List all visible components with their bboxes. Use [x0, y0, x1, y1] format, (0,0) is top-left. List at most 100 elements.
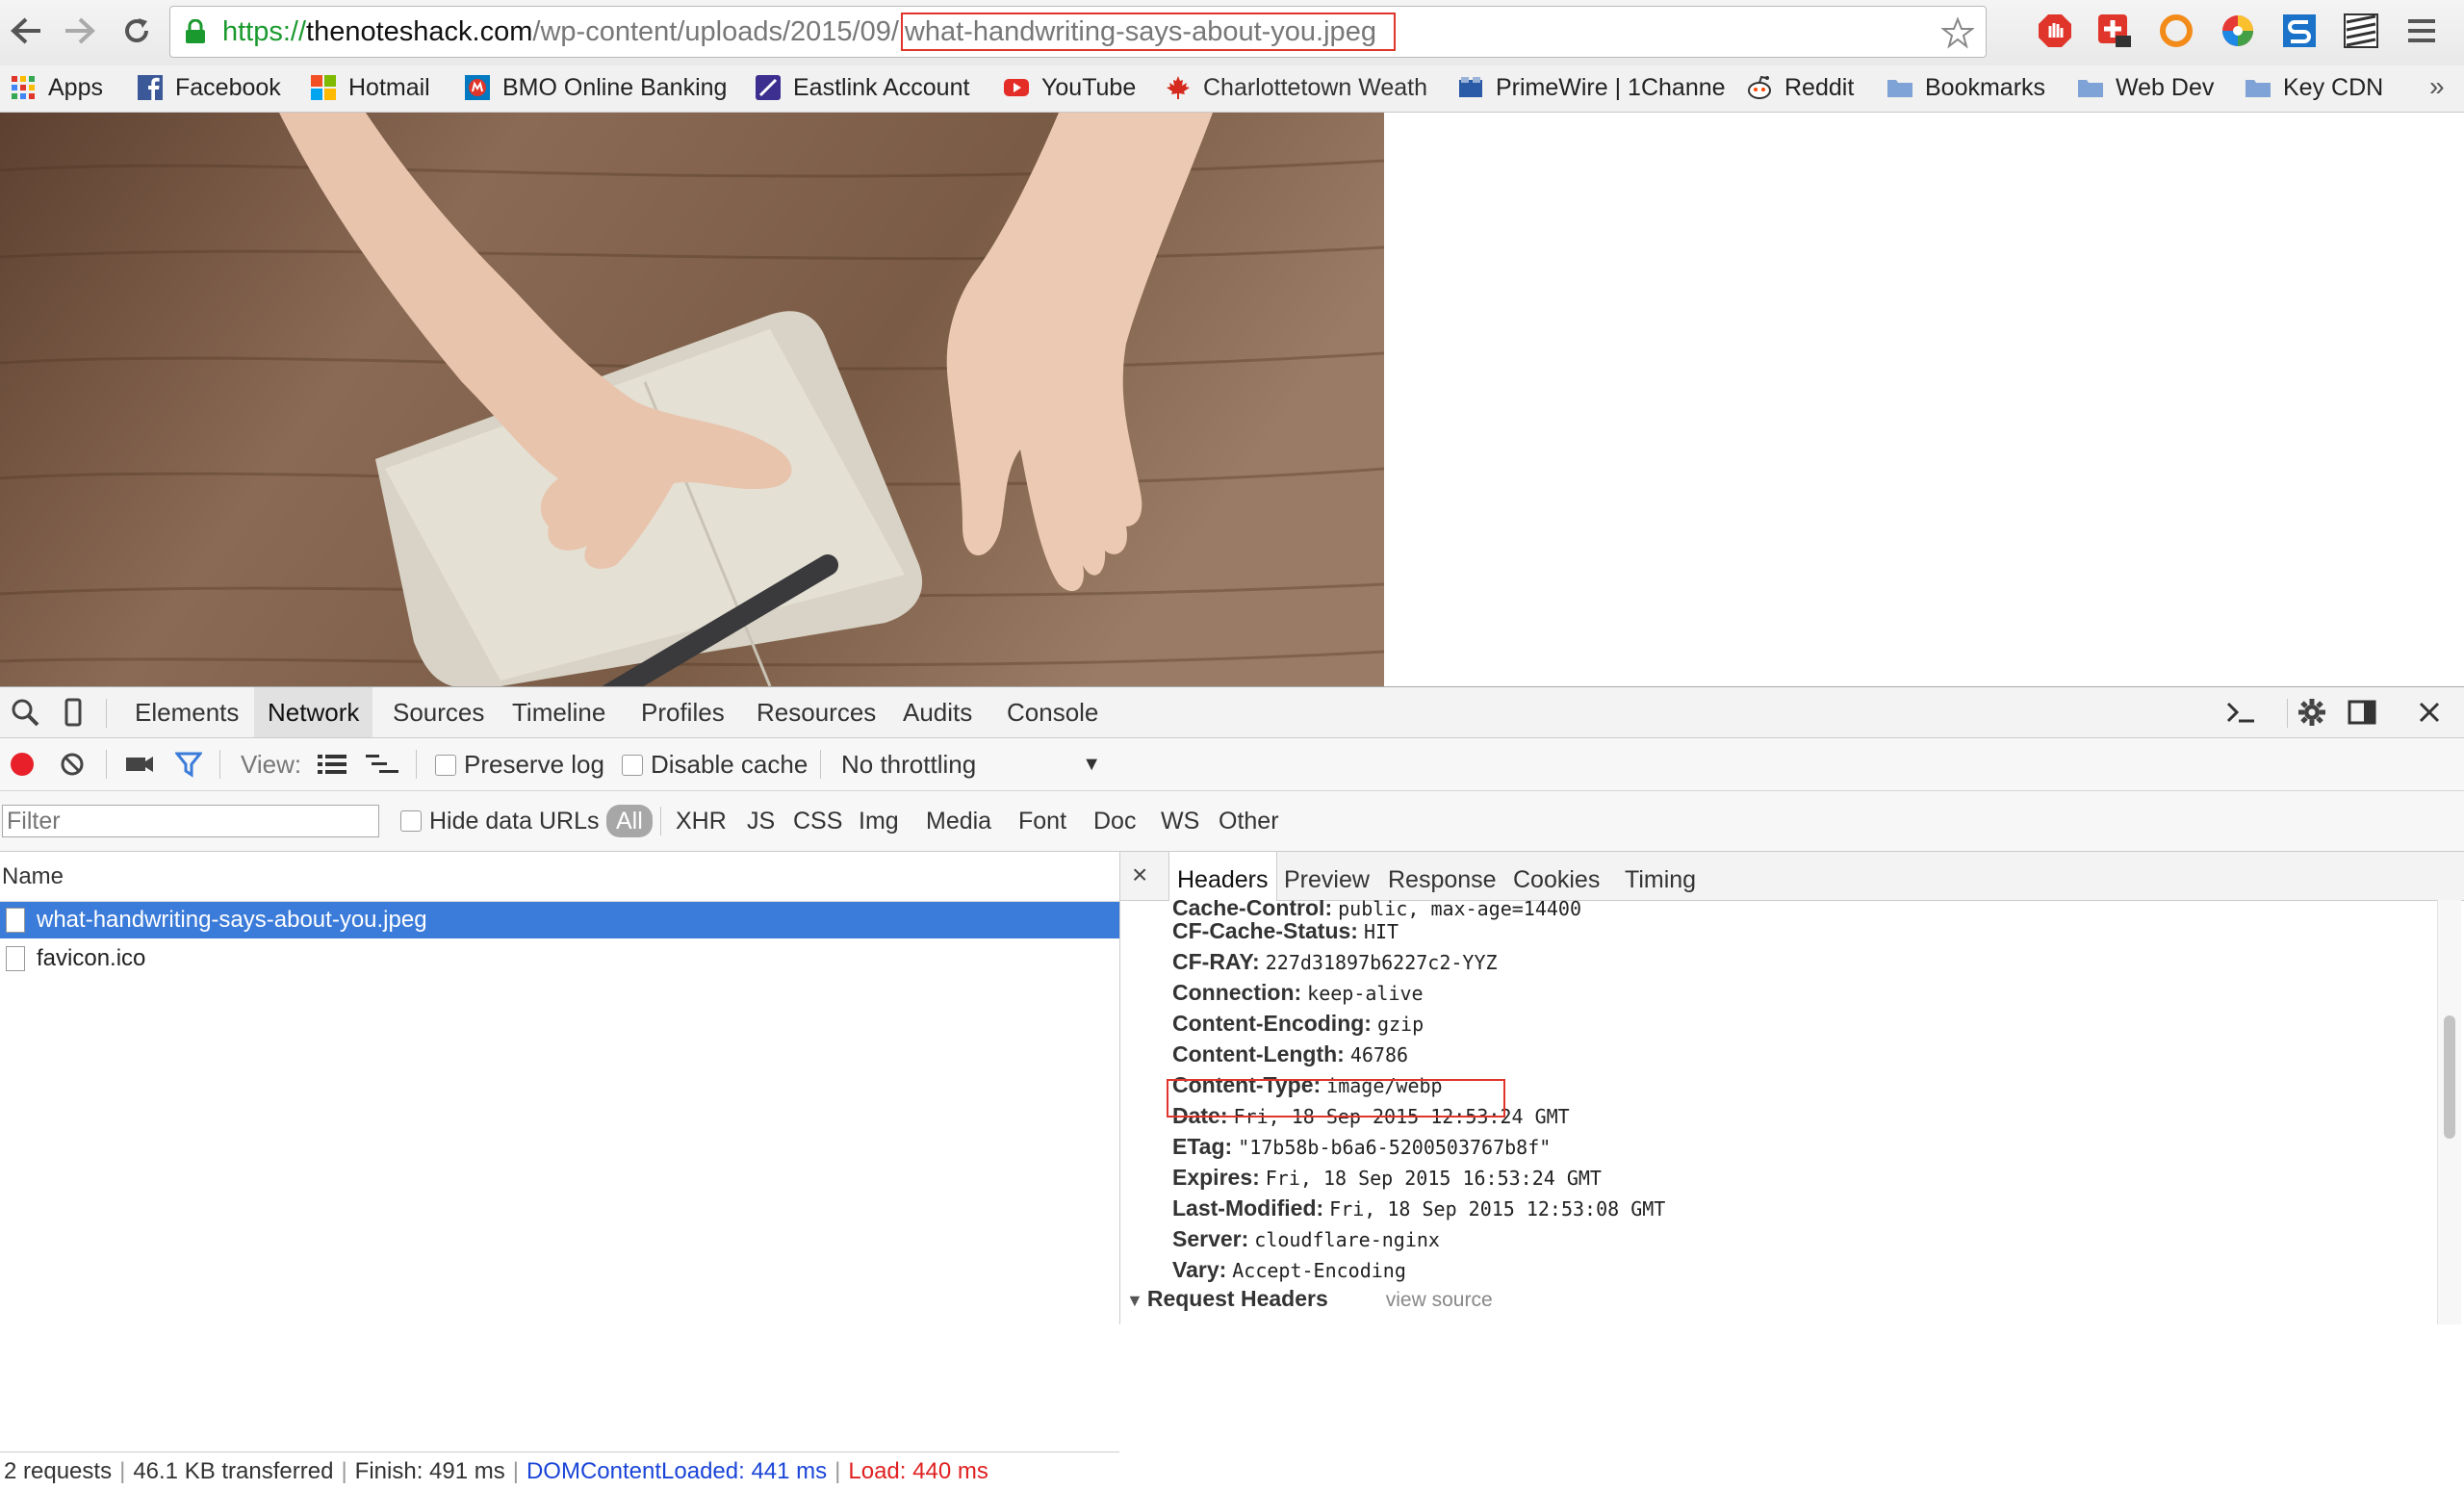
tab-sources[interactable]: Sources	[379, 687, 498, 737]
bookmark-hotmail[interactable]: Hotmail	[310, 71, 430, 104]
filter-type-media[interactable]: Media	[920, 805, 997, 837]
console-drawer-icon[interactable]	[2225, 697, 2256, 728]
bookmark-label: Web Dev	[2116, 73, 2215, 101]
bookmark-apps[interactable]: Apps	[10, 71, 103, 104]
inspect-magnifier-icon[interactable]	[10, 697, 40, 728]
orange-ring-extension-icon[interactable]	[2158, 13, 2194, 49]
toolbar-divider	[106, 750, 107, 779]
status-requests: 2 requests	[4, 1458, 113, 1484]
filter-type-js[interactable]: JS	[741, 805, 781, 837]
striped-extension-icon[interactable]	[2343, 13, 2379, 49]
color-picker-icon[interactable]	[2220, 13, 2256, 49]
filter-funnel-icon[interactable]	[175, 751, 202, 778]
clear-icon[interactable]	[60, 752, 85, 777]
bookmark-folder-web-dev[interactable]: Web Dev	[2077, 71, 2214, 104]
capture-screenshots-camera-icon[interactable]	[125, 752, 154, 777]
filter-input[interactable]	[2, 805, 379, 837]
facebook-icon	[138, 75, 163, 100]
devtools-panel: Elements Network Sources Timeline Profil…	[0, 686, 2464, 1489]
filter-type-img[interactable]: Img	[853, 805, 905, 837]
header-key: CF-RAY:	[1172, 949, 1260, 974]
close-detail-icon[interactable]: ×	[1132, 860, 1147, 890]
settings-gear-icon[interactable]	[2297, 697, 2327, 728]
tab-cookies[interactable]: Cookies	[1505, 852, 1607, 900]
bookmark-folder-bookmarks[interactable]: Bookmarks	[1886, 71, 2045, 104]
microsoft-icon	[311, 75, 336, 100]
bookmark-facebook[interactable]: Facebook	[137, 71, 281, 104]
collapse-triangle-icon: ▼	[1126, 1291, 1143, 1310]
view-source-link[interactable]: view source	[1386, 1289, 1493, 1311]
checkbox-box[interactable]	[622, 755, 643, 776]
filter-type-xhr[interactable]: XHR	[670, 805, 732, 837]
bookmark-eastlink[interactable]: Eastlink Account	[755, 71, 969, 104]
bookmark-charlottetown-weather[interactable]: Charlottetown Weath	[1165, 71, 1427, 104]
bookmark-folder-key-cdn[interactable]: Key CDN	[2245, 71, 2383, 104]
table-row[interactable]: favicon.ico	[0, 940, 1119, 977]
throttling-select[interactable]: No throttling ▼	[841, 738, 1101, 790]
bookmark-label: YouTube	[1041, 73, 1137, 101]
bookmark-star-icon[interactable]	[1941, 16, 1974, 49]
dock-side-icon[interactable]	[2347, 697, 2377, 728]
bookmark-reddit[interactable]: Reddit	[1746, 71, 1854, 104]
column-header-name[interactable]: Name	[0, 852, 1119, 902]
bookmark-youtube[interactable]: YouTube	[1003, 71, 1136, 104]
preserve-log-label: Preserve log	[464, 750, 604, 779]
adblock-icon[interactable]	[2037, 13, 2073, 49]
tab-resources[interactable]: Resources	[743, 687, 889, 737]
tab-audits[interactable]: Audits	[889, 687, 986, 737]
tab-divider	[106, 699, 107, 728]
filter-type-other[interactable]: Other	[1213, 805, 1285, 837]
reload-button[interactable]	[117, 12, 156, 50]
bookmark-bmo[interactable]: BMO Online Banking	[464, 71, 727, 104]
forward-button[interactable]	[60, 12, 98, 50]
filter-type-css[interactable]: CSS	[787, 805, 848, 837]
bookmarks-overflow-chevron-icon[interactable]: »	[2429, 71, 2445, 102]
large-rows-list-icon[interactable]	[318, 753, 346, 776]
filter-type-all[interactable]: All	[606, 805, 653, 837]
tab-profiles[interactable]: Profiles	[628, 687, 738, 737]
overview-waterfall-icon[interactable]	[366, 753, 398, 776]
tab-preview[interactable]: Preview	[1276, 852, 1377, 900]
preserve-log-checkbox[interactable]: Preserve log	[435, 738, 604, 790]
devtools-tab-bar: Elements Network Sources Timeline Profil…	[0, 687, 2464, 738]
table-row[interactable]: what-handwriting-says-about-you.jpeg	[0, 902, 1119, 938]
hide-data-urls-label: Hide data URLs	[429, 808, 600, 835]
url-host: thenoteshack.com	[306, 16, 533, 47]
header-value: Fri, 18 Sep 2015 16:53:24 GMT	[1265, 1167, 1602, 1190]
tab-response[interactable]: Response	[1380, 852, 1504, 900]
checkbox-box[interactable]	[400, 810, 422, 832]
record-icon[interactable]	[10, 752, 35, 777]
s-extension-icon[interactable]	[2281, 13, 2318, 49]
tab-elements[interactable]: Elements	[121, 687, 252, 737]
checkbox-box[interactable]	[435, 755, 456, 776]
header-row: Server: cloudflare-nginx	[1172, 1223, 1440, 1254]
header-key: Server:	[1172, 1226, 1249, 1251]
close-devtools-icon[interactable]	[2414, 697, 2445, 728]
tab-timeline[interactable]: Timeline	[499, 687, 619, 737]
filter-type-ws[interactable]: WS	[1155, 805, 1205, 837]
device-mode-phone-icon[interactable]	[58, 697, 89, 728]
bookmark-label: Key CDN	[2283, 73, 2384, 101]
disable-cache-checkbox[interactable]: Disable cache	[622, 738, 808, 790]
headers-scrollbar[interactable]	[2437, 900, 2461, 1324]
hamburger-menu-icon[interactable]	[2406, 15, 2437, 46]
tab-network[interactable]: Network	[254, 687, 373, 737]
extension-badge-icon[interactable]	[2096, 13, 2133, 49]
filter-type-doc[interactable]: Doc	[1088, 805, 1142, 837]
header-value: HIT	[1363, 920, 1399, 943]
bmo-icon	[465, 75, 490, 100]
tab-headers[interactable]: Headers	[1168, 852, 1277, 901]
request-headers-section[interactable]: ▼ Request Headers view source	[1126, 1283, 1493, 1314]
filter-type-font[interactable]: Font	[1013, 805, 1072, 837]
folder-icon	[2246, 80, 2271, 97]
hide-data-urls-checkbox[interactable]: Hide data URLs	[395, 805, 604, 837]
address-bar[interactable]: https://thenoteshack.com/wp-content/uplo…	[169, 6, 1987, 58]
tab-console[interactable]: Console	[993, 687, 1112, 737]
scrollbar-thumb[interactable]	[2444, 1015, 2455, 1139]
bookmark-primewire[interactable]: PrimeWire | 1Channe	[1457, 71, 1726, 104]
back-button[interactable]	[8, 12, 46, 50]
request-detail-pane: × Headers Preview Response Cookies Timin…	[1120, 852, 2464, 1324]
request-list: Name what-handwriting-says-about-you.jpe…	[0, 852, 1120, 1489]
header-key: Expires:	[1172, 1165, 1260, 1190]
tab-timing[interactable]: Timing	[1617, 852, 1704, 900]
